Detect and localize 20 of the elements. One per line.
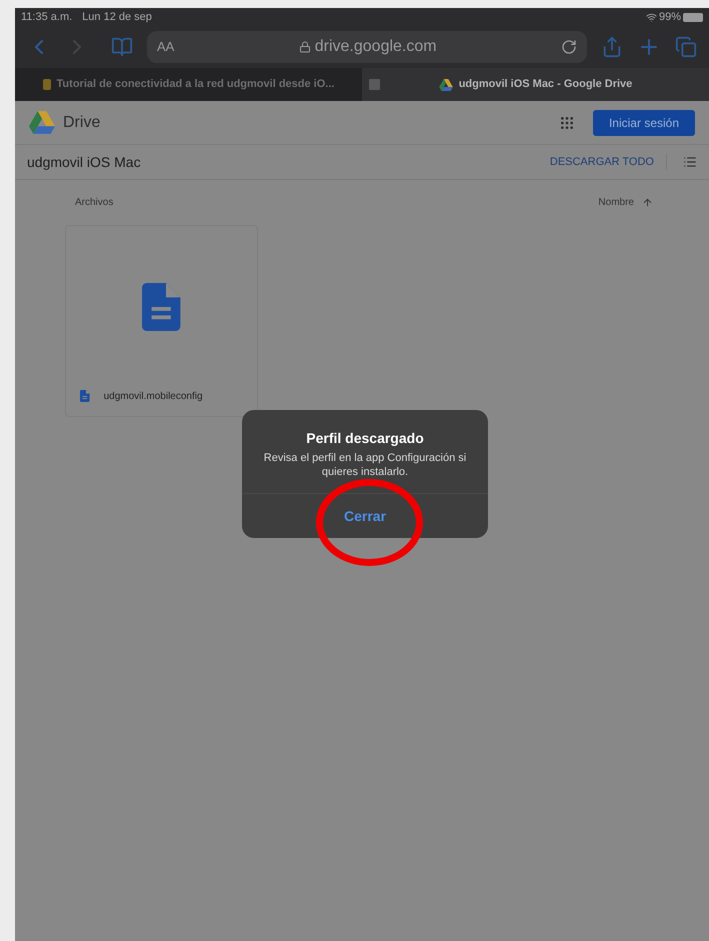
section-label: Archivos [75,196,114,210]
file-card[interactable]: udgmovil.mobileconfig [65,225,258,417]
file-name: udgmovil.mobileconfig [104,390,203,404]
alert-message: Revisa el perfil en la app Configuración si quieres instalarlo. [262,451,468,479]
download-all-link[interactable]: DESCARGAR TODO [550,154,667,170]
sort-button[interactable]: Nombre [598,195,653,210]
brand-name: Drive [63,112,100,132]
folder-title: udgmovil iOS Mac [27,152,141,172]
browser-tab[interactable]: udgmovil iOS Mac - Google Drive [362,68,709,101]
close-button[interactable]: Cerrar [344,506,386,526]
status-time: 11:35 a.m. [21,10,72,25]
address-bar[interactable]: AA drive.google.com [147,31,587,63]
tab-title: Tutorial de conectividad a la red udgmovil desde iO... [56,77,334,92]
alert-title: Perfil descargado [306,429,424,448]
battery-level: 99% [658,10,681,25]
tab-title: udgmovil iOS Mac - Google Drive [458,77,632,92]
address-text: drive.google.com [314,37,437,57]
sign-in-button[interactable]: Iniciar sesión [592,110,695,136]
status-date: Lun 12 de sep [82,10,152,25]
text-size-button[interactable]: AA [157,37,174,57]
